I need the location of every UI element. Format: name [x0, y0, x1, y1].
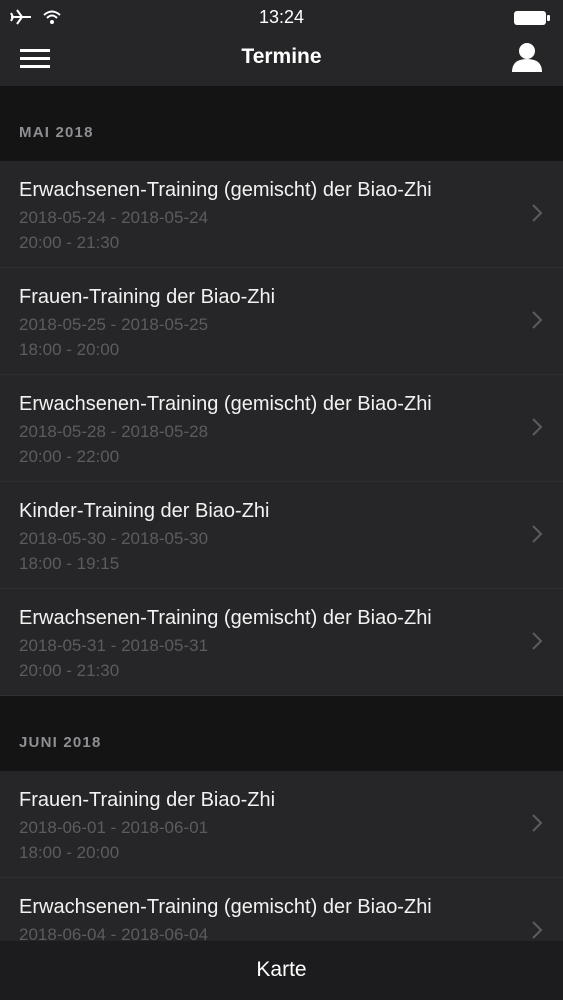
event-title: Erwachsenen-Training (gemischt) der Biao…	[19, 607, 432, 629]
chevron-right-icon	[532, 921, 543, 939]
section-header-mai: MAI 2018	[0, 86, 563, 161]
event-title: Frauen-Training der Biao-Zhi	[19, 789, 276, 811]
event-dates: 2018-05-31 - 2018-05-31	[19, 636, 209, 655]
event-times: 20:00 - 22:00	[19, 447, 120, 466]
event-title: Erwachsenen-Training (gemischt) der Biao…	[19, 393, 432, 415]
navigation-bar: Termine	[0, 36, 563, 86]
event-title: Erwachsenen-Training (gemischt) der Biao…	[19, 896, 432, 918]
event-times: 20:00 - 21:30	[19, 233, 120, 252]
event-row[interactable]: Frauen-Training der Biao-Zhi 2018-06-01 …	[0, 771, 563, 878]
status-time: 13:24	[258, 7, 305, 27]
section-header-juni: JUNI 2018	[0, 696, 563, 771]
event-row[interactable]: Erwachsenen-Training (gemischt) der Biao…	[0, 375, 563, 482]
chevron-right-icon	[532, 418, 543, 436]
event-times: 18:00 - 20:00	[19, 843, 120, 862]
event-dates: 2018-05-24 - 2018-05-24	[19, 208, 209, 227]
section-label: MAI 2018	[19, 124, 94, 141]
chevron-right-icon	[532, 632, 543, 650]
event-row[interactable]: Frauen-Training der Biao-Zhi 2018-05-25 …	[0, 268, 563, 375]
tab-bar: Karte	[0, 941, 563, 1000]
tab-karte[interactable]: Karte	[0, 958, 563, 982]
status-bar: 13:24	[0, 0, 563, 36]
event-row[interactable]: Kinder-Training der Biao-Zhi 2018-05-30 …	[0, 482, 563, 589]
page-title: Termine	[241, 45, 322, 68]
chevron-right-icon	[532, 311, 543, 329]
event-times: 18:00 - 20:00	[19, 340, 120, 359]
profile-icon[interactable]	[509, 39, 545, 75]
event-row[interactable]: Erwachsenen-Training (gemischt) der Biao…	[0, 878, 563, 941]
event-dates: 2018-05-30 - 2018-05-30	[19, 529, 209, 548]
event-title: Kinder-Training der Biao-Zhi	[19, 500, 270, 522]
chevron-right-icon	[532, 204, 543, 222]
event-dates: 2018-06-04 - 2018-06-04	[19, 925, 209, 941]
event-title: Frauen-Training der Biao-Zhi	[19, 286, 276, 308]
battery-icon	[514, 11, 550, 25]
event-dates: 2018-05-25 - 2018-05-25	[19, 315, 209, 334]
event-row[interactable]: Erwachsenen-Training (gemischt) der Biao…	[0, 589, 563, 696]
chevron-right-icon	[532, 814, 543, 832]
events-list[interactable]: MAI 2018 Erwachsenen-Training (gemischt)…	[0, 86, 563, 941]
event-row[interactable]: Erwachsenen-Training (gemischt) der Biao…	[0, 161, 563, 268]
event-title: Erwachsenen-Training (gemischt) der Biao…	[19, 179, 432, 201]
section-label: JUNI 2018	[19, 734, 102, 751]
event-dates: 2018-06-01 - 2018-06-01	[19, 818, 209, 837]
chevron-right-icon	[532, 525, 543, 543]
event-times: 20:00 - 21:30	[19, 661, 120, 680]
event-dates: 2018-05-28 - 2018-05-28	[19, 422, 209, 441]
event-times: 18:00 - 19:15	[19, 554, 120, 573]
